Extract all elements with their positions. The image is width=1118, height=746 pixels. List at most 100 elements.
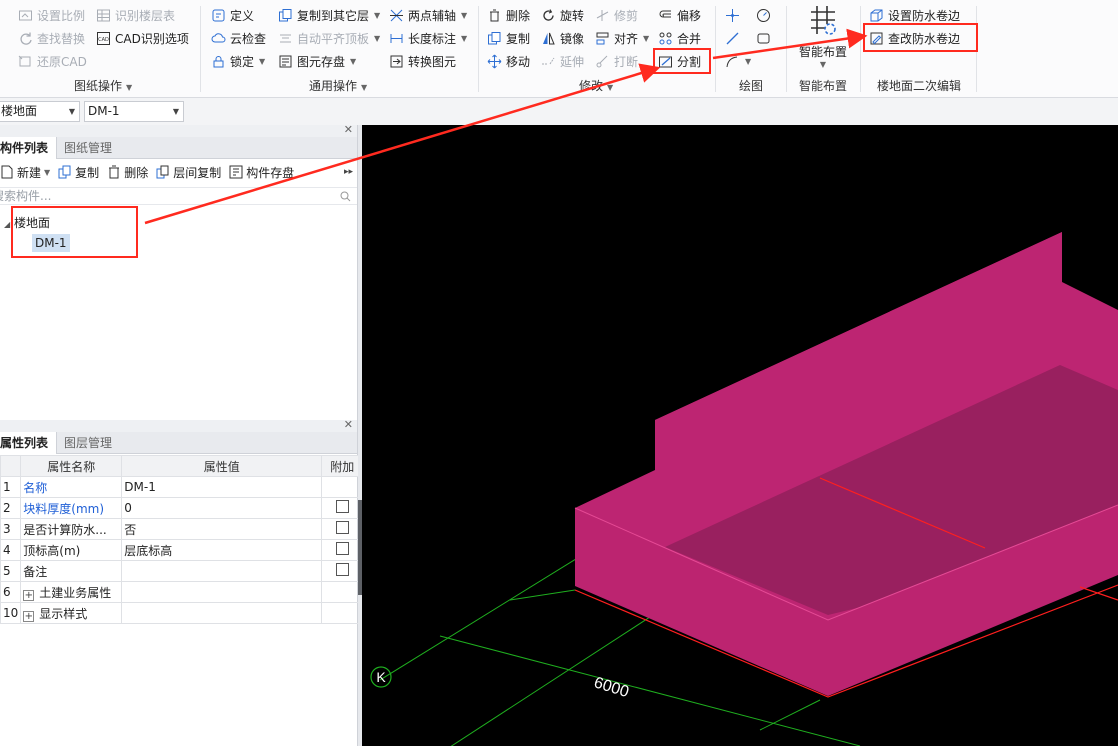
cloud-check-button[interactable]: 云检查 — [211, 28, 266, 48]
offset-icon — [658, 8, 673, 23]
rotate-button[interactable]: 旋转 — [541, 5, 584, 25]
save-element-button[interactable]: 图元存盘 ▼ — [278, 51, 356, 71]
property-value[interactable]: 0 — [121, 497, 323, 519]
copy-component-button[interactable]: 复制 — [58, 164, 99, 181]
property-value[interactable] — [121, 602, 323, 624]
convert-element-label: 转换图元 — [408, 54, 457, 69]
copy-to-floor-label: 复制到其它层 — [297, 8, 370, 23]
tree-collapse-icon[interactable]: ◢ — [4, 220, 10, 229]
property-row[interactable]: 6 + 土建业务属性 — [0, 581, 364, 603]
find-replace-button[interactable]: 查找替换 — [18, 28, 85, 48]
tab-property-list[interactable]: 属性列表 — [0, 432, 58, 454]
edit-waterproof-button[interactable]: 查改防水卷边 — [869, 28, 960, 48]
property-row[interactable]: 5 备注 — [0, 560, 364, 582]
restore-cad-label: 还原CAD — [37, 54, 87, 69]
property-value[interactable]: DM-1 — [121, 476, 323, 498]
new-button[interactable]: 新建 ▼ — [0, 164, 50, 181]
length-dim-button[interactable]: 长度标注 ▼ — [389, 28, 467, 48]
component-search-input[interactable]: 搜索构件... — [0, 187, 357, 205]
two-point-axis-button[interactable]: 两点辅轴 ▼ — [389, 5, 467, 25]
copy-button[interactable]: 复制 — [487, 28, 530, 48]
extend-button[interactable]: 延伸 — [541, 51, 584, 71]
group-label-drawing-ops[interactable]: 图纸操作 ▼ — [74, 77, 132, 94]
find-replace-label: 查找替换 — [37, 31, 86, 46]
split-button[interactable]: 分割 — [658, 51, 701, 71]
property-row[interactable]: 3 是否计算防水... 否 — [0, 518, 364, 540]
convert-element-button[interactable]: 转换图元 — [389, 51, 456, 71]
new-label: 新建 — [17, 165, 42, 180]
define-button[interactable]: 定义 — [211, 5, 254, 25]
move-icon — [487, 54, 502, 69]
group-draw-text: 绘图 — [739, 79, 764, 93]
smart-layout-button[interactable]: 智能布置 ▼ — [790, 4, 856, 72]
floor-slab-model[interactable] — [574, 232, 1118, 696]
merge-button[interactable]: 合并 — [658, 28, 701, 48]
property-value[interactable] — [121, 581, 323, 603]
delete-label: 删除 — [506, 8, 531, 23]
property-value[interactable]: 否 — [121, 518, 323, 540]
tree-item-dm1[interactable]: DM-1 — [32, 234, 70, 252]
set-waterproof-button[interactable]: 设置防水卷边 — [869, 5, 960, 25]
tab-component-list[interactable]: 构件列表 — [0, 137, 58, 159]
copy-to-floor-button[interactable]: 复制到其它层 ▼ — [278, 5, 380, 25]
draw-arc-button[interactable]: ▼ — [725, 51, 751, 71]
dimension-label: 6000 — [592, 674, 631, 701]
set-scale-button[interactable]: 设置比例 — [18, 5, 85, 25]
auto-align-slab-button[interactable]: 自动平齐顶板 ▼ — [278, 28, 380, 48]
group-label-general-ops[interactable]: 通用操作 ▼ — [309, 77, 367, 94]
group-label-modify[interactable]: 修改 ▼ — [579, 77, 613, 94]
property-row[interactable]: 1 名称 DM-1 — [0, 476, 364, 498]
row-number: 4 — [0, 539, 22, 561]
tree-root-floor[interactable]: ◢ 楼地面 — [4, 214, 50, 231]
cad-options-button[interactable]: CAD CAD识别选项 — [96, 28, 189, 48]
offset-button[interactable]: 偏移 — [658, 5, 701, 25]
checkbox[interactable] — [335, 500, 349, 513]
delete-button[interactable]: 删除 — [487, 5, 530, 25]
lock-button[interactable]: 锁定 ▼ — [211, 51, 265, 71]
component-save-button[interactable]: 构件存盘 — [229, 164, 294, 181]
move-button[interactable]: 移动 — [487, 51, 530, 71]
chevron-down-icon: ▼ — [172, 107, 179, 116]
draw-rect-button[interactable] — [756, 28, 771, 48]
checkbox[interactable] — [335, 563, 349, 576]
property-row[interactable]: 2 块料厚度(mm) 0 — [0, 497, 364, 519]
close-icon[interactable]: ✕ — [344, 418, 353, 431]
edit-waterproof-icon — [869, 31, 884, 46]
draw-line-button[interactable] — [725, 28, 740, 48]
waterproof-icon — [869, 8, 884, 23]
property-row[interactable]: 10 + 显示样式 — [0, 602, 364, 624]
property-name: 名称 — [20, 476, 123, 498]
expand-icon[interactable]: + — [23, 589, 35, 601]
3d-model-canvas[interactable]: K 6000 — [362, 125, 1118, 746]
header-num-cell — [0, 455, 22, 477]
property-row[interactable]: 4 顶标高(m) 层底标高 — [0, 539, 364, 561]
save-element-label: 图元存盘 — [297, 54, 346, 69]
delete-component-button[interactable]: 删除 — [107, 164, 148, 181]
checkbox[interactable] — [335, 542, 349, 555]
component-tabs: 构件列表 图纸管理 — [0, 137, 357, 159]
copy-component-label: 复制 — [75, 165, 100, 180]
expand-icon[interactable]: + — [23, 610, 35, 622]
3d-viewport[interactable]: K 6000 — [362, 125, 1118, 746]
identify-floors-button[interactable]: 识别楼层表 — [96, 5, 175, 25]
draw-point-button[interactable] — [725, 5, 740, 25]
tab-layer-management[interactable]: 图层管理 — [57, 432, 120, 454]
checkbox[interactable] — [335, 521, 349, 534]
draw-circle-button[interactable] — [756, 5, 771, 25]
type-select[interactable]: 楼地面 ▼ — [0, 101, 80, 122]
mirror-button[interactable]: 镜像 — [541, 28, 584, 48]
restore-cad-button[interactable]: 还原CAD — [18, 51, 87, 71]
tab-drawing-management[interactable]: 图纸管理 — [57, 137, 120, 159]
row-number: 3 — [0, 518, 22, 540]
property-value[interactable] — [121, 560, 323, 582]
close-icon[interactable]: ✕ — [344, 123, 353, 136]
break-button[interactable]: 打断 — [595, 51, 638, 71]
property-value[interactable]: 层底标高 — [121, 539, 323, 561]
element-select[interactable]: DM-1 ▼ — [84, 101, 184, 122]
align-button[interactable]: 对齐 ▼ — [595, 28, 649, 48]
refresh-icon — [18, 31, 33, 46]
more-icon[interactable]: ▸▸ — [344, 167, 353, 177]
trim-button[interactable]: 修剪 — [595, 5, 638, 25]
floor-copy-button[interactable]: 层间复制 — [156, 164, 221, 181]
header-value: 属性值 — [121, 455, 323, 477]
